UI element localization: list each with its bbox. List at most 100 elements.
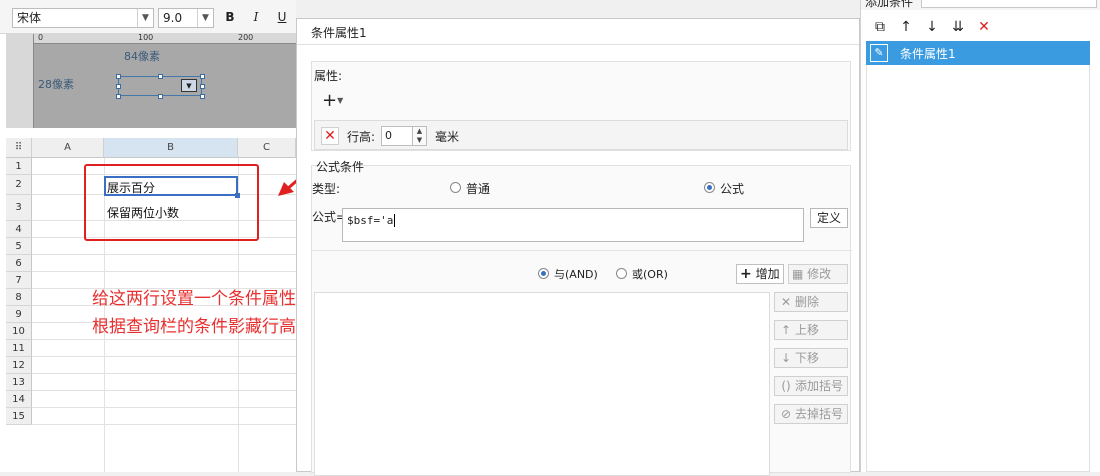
resize-handle[interactable] bbox=[200, 84, 205, 89]
formula-condition-group: 公式条件 类型: 普通 公式 公式= $bsf='a 定义 与(AND) 或(O… bbox=[311, 160, 852, 476]
formula-input[interactable]: $bsf='a bbox=[342, 208, 804, 242]
move-down-label: 下移 bbox=[795, 351, 820, 365]
dialog-title: 条件属性1 bbox=[297, 19, 859, 45]
formula-label: 公式= bbox=[312, 210, 347, 224]
arrow-up-icon[interactable]: ↑ bbox=[897, 18, 915, 36]
close-icon[interactable]: ✕ bbox=[975, 18, 993, 36]
height-label: 28像素 bbox=[38, 78, 74, 91]
row-header[interactable]: 7 bbox=[6, 272, 32, 289]
row-header[interactable]: 14 bbox=[6, 391, 32, 408]
attribute-group: 属性: +▼ ✕ 行高: 0 ▲ ▼ 毫米 bbox=[311, 61, 851, 151]
row-header[interactable]: 1 bbox=[6, 158, 32, 175]
vertical-ruler bbox=[6, 34, 34, 128]
row-height-unit: 毫米 bbox=[435, 130, 460, 144]
column-header[interactable]: B bbox=[104, 138, 238, 158]
widget-designer-canvas: 0 100 200 84像素 28像素 ▼ bbox=[6, 33, 296, 128]
resize-handle[interactable] bbox=[116, 74, 121, 79]
grid-line bbox=[32, 254, 296, 255]
italic-button[interactable]: I bbox=[248, 9, 264, 25]
annotation-text-line2: 根据查询栏的条件影藏行高 bbox=[92, 317, 296, 337]
define-button[interactable]: 定义 bbox=[810, 208, 848, 228]
row-header[interactable]: 5 bbox=[6, 238, 32, 255]
add-condition-button[interactable]: + 增加 bbox=[736, 264, 784, 284]
chevron-down-icon: ▼ bbox=[197, 9, 213, 27]
font-name-value: 宋体 bbox=[17, 11, 42, 25]
condition-name-field[interactable] bbox=[921, 0, 1097, 8]
row-header[interactable]: 2 bbox=[6, 175, 32, 195]
plus-icon: + bbox=[322, 90, 338, 111]
dropdown-widget[interactable]: ▼ bbox=[118, 76, 202, 96]
annotation-text-line1: 给这两行设置一个条件属性 bbox=[92, 289, 296, 309]
type-label: 类型: bbox=[312, 182, 341, 196]
formula-section-label: 公式条件 bbox=[316, 160, 365, 174]
row-header[interactable]: 15 bbox=[6, 408, 32, 425]
select-all-corner[interactable]: ⠿ bbox=[6, 138, 32, 158]
row-header[interactable]: 13 bbox=[6, 374, 32, 391]
and-label: 与(AND) bbox=[554, 268, 598, 281]
ruler-mark: 0 bbox=[38, 33, 44, 42]
edit-button-label: 修改 bbox=[807, 267, 832, 281]
row-header[interactable]: 3 bbox=[6, 195, 32, 221]
resize-handle[interactable] bbox=[158, 94, 163, 99]
type-formula-radio[interactable] bbox=[704, 182, 715, 193]
remove-bracket-button[interactable]: ⊘ 去掉括号 bbox=[774, 404, 848, 424]
remove-bracket-icon: ⊘ bbox=[780, 407, 792, 421]
report-editor: 宋体 ▼ 9.0 ▼ B I U 0 100 200 84像素 28像素 ▼ ⠿ bbox=[0, 0, 296, 472]
close-icon: ✕ bbox=[780, 295, 792, 309]
underline-button[interactable]: U bbox=[274, 9, 290, 25]
column-header[interactable]: A bbox=[32, 138, 104, 158]
edit-icon: ▦ bbox=[792, 267, 804, 281]
font-name-select[interactable]: 宋体 ▼ bbox=[12, 8, 154, 28]
copy-icon[interactable]: ⧉ bbox=[871, 18, 889, 36]
condition-list[interactable] bbox=[314, 292, 770, 476]
resize-handle[interactable] bbox=[116, 84, 121, 89]
condition-item-selected[interactable]: ✎ 条件属性1 bbox=[866, 41, 1090, 65]
row-header[interactable]: 12 bbox=[6, 357, 32, 374]
condition-attribute-dialog: 条件属性1 属性: +▼ ✕ 行高: 0 ▲ ▼ 毫米 公式条件 类型: 普通 公… bbox=[296, 18, 860, 476]
resize-handle[interactable] bbox=[116, 94, 121, 99]
row-height-input[interactable]: 0 bbox=[381, 126, 413, 146]
row-header[interactable]: 11 bbox=[6, 340, 32, 357]
and-radio[interactable] bbox=[538, 268, 549, 279]
divider bbox=[312, 250, 852, 251]
grid-line bbox=[32, 424, 296, 425]
move-up-button[interactable]: ↑ 上移 bbox=[774, 320, 848, 340]
text-cursor bbox=[394, 214, 396, 227]
add-bracket-button[interactable]: () 添加括号 bbox=[774, 376, 848, 396]
type-normal-label: 普通 bbox=[466, 182, 491, 196]
row-height-stepper[interactable]: ▲ ▼ bbox=[413, 126, 427, 146]
row-header[interactable]: 4 bbox=[6, 221, 32, 238]
font-size-select[interactable]: 9.0 ▼ bbox=[158, 8, 214, 28]
close-icon[interactable]: ✕ bbox=[321, 127, 339, 145]
add-attribute-button[interactable]: +▼ bbox=[322, 92, 350, 112]
grid-line bbox=[32, 356, 296, 357]
right-panel-header: 添加条件 bbox=[861, 0, 1100, 10]
grid-line bbox=[32, 339, 296, 340]
row-header[interactable]: 8 bbox=[6, 289, 32, 306]
annotation-highlight-box bbox=[84, 164, 259, 241]
column-header[interactable]: C bbox=[238, 138, 296, 158]
row-height-attribute: ✕ 行高: 0 ▲ ▼ 毫米 bbox=[314, 120, 848, 150]
row-header[interactable]: 9 bbox=[6, 306, 32, 323]
arrow-down-icon[interactable]: ↓ bbox=[923, 18, 941, 36]
format-toolbar: 宋体 ▼ 9.0 ▼ B I U bbox=[0, 0, 296, 34]
or-label: 或(OR) bbox=[632, 268, 668, 281]
grid-line bbox=[32, 390, 296, 391]
bold-button[interactable]: B bbox=[222, 9, 238, 25]
or-radio[interactable] bbox=[616, 268, 627, 279]
row-header[interactable]: 6 bbox=[6, 255, 32, 272]
type-normal-radio[interactable] bbox=[450, 182, 461, 193]
resize-handle[interactable] bbox=[200, 94, 205, 99]
ruler-mark: 200 bbox=[238, 33, 254, 42]
resize-handle[interactable] bbox=[158, 74, 163, 79]
condition-item-label: 条件属性1 bbox=[900, 47, 956, 61]
resize-handle[interactable] bbox=[200, 74, 205, 79]
attribute-section-label: 属性: bbox=[314, 69, 343, 83]
row-header[interactable]: 10 bbox=[6, 323, 32, 340]
move-down-button[interactable]: ↓ 下移 bbox=[774, 348, 848, 368]
bracket-icon: () bbox=[781, 379, 791, 393]
edit-condition-button[interactable]: ▦ 修改 bbox=[788, 264, 848, 284]
sort-down-icon[interactable]: ⇊ bbox=[949, 18, 967, 36]
ruler-mark: 100 bbox=[138, 33, 154, 42]
delete-condition-button[interactable]: ✕ 删除 bbox=[774, 292, 848, 312]
